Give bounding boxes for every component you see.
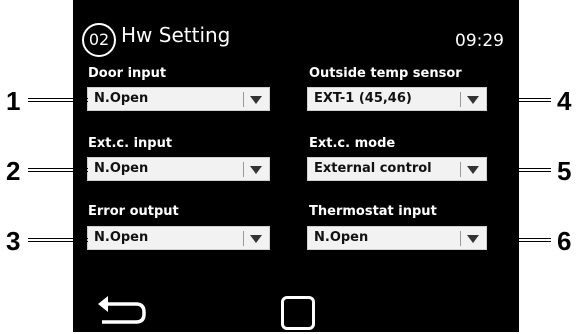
page-number-badge: 02: [82, 23, 116, 57]
page-title: Hw Setting: [121, 23, 231, 47]
back-button[interactable]: [94, 292, 154, 330]
thermostat-input-select[interactable]: N.Open: [307, 226, 487, 250]
leader-line: [28, 168, 88, 172]
door-input-label: Door input: [88, 66, 167, 81]
dropdown-separator: [243, 162, 244, 177]
thermostat-input-label: Thermostat input: [309, 204, 437, 219]
leader-line: [487, 168, 551, 172]
leader-line: [487, 238, 551, 242]
chevron-down-icon: [467, 235, 479, 243]
chevron-down-icon: [467, 166, 479, 174]
dropdown-separator: [460, 162, 461, 177]
outside-temp-sensor-value: EXT-1 (45,46): [314, 91, 412, 106]
ext-c-input-value: N.Open: [94, 161, 149, 176]
callout-3: 3: [6, 226, 21, 256]
chevron-down-icon: [250, 166, 262, 174]
error-output-select[interactable]: N.Open: [87, 226, 270, 250]
callout-1: 1: [6, 86, 21, 116]
error-output-label: Error output: [88, 204, 179, 219]
thermostat-input-value: N.Open: [314, 230, 369, 245]
leader-line: [28, 238, 88, 242]
chevron-down-icon: [467, 96, 479, 104]
back-arrow-icon: [98, 296, 146, 324]
error-output-value: N.Open: [94, 230, 149, 245]
outside-temp-sensor-label: Outside temp sensor: [309, 66, 462, 81]
leader-line: [28, 98, 88, 102]
outside-temp-sensor-select[interactable]: EXT-1 (45,46): [307, 87, 487, 111]
dropdown-separator: [460, 92, 461, 107]
ext-c-input-label: Ext.c. input: [88, 136, 173, 151]
dropdown-separator: [460, 231, 461, 246]
chevron-down-icon: [250, 235, 262, 243]
clock: 09:29: [455, 31, 504, 51]
door-input-select[interactable]: N.Open: [87, 87, 270, 111]
home-square-icon[interactable]: [281, 296, 315, 330]
ext-c-mode-value: External control: [314, 161, 432, 176]
callout-6: 6: [557, 226, 572, 256]
chevron-down-icon: [250, 96, 262, 104]
leader-line: [487, 98, 551, 102]
callout-2: 2: [6, 156, 21, 186]
callout-5: 5: [557, 156, 572, 186]
dropdown-separator: [243, 92, 244, 107]
callout-4: 4: [557, 86, 572, 116]
ext-c-mode-label: Ext.c. mode: [309, 136, 396, 151]
door-input-value: N.Open: [94, 91, 149, 106]
dropdown-separator: [243, 231, 244, 246]
ext-c-input-select[interactable]: N.Open: [87, 157, 270, 181]
ext-c-mode-select[interactable]: External control: [307, 157, 487, 181]
